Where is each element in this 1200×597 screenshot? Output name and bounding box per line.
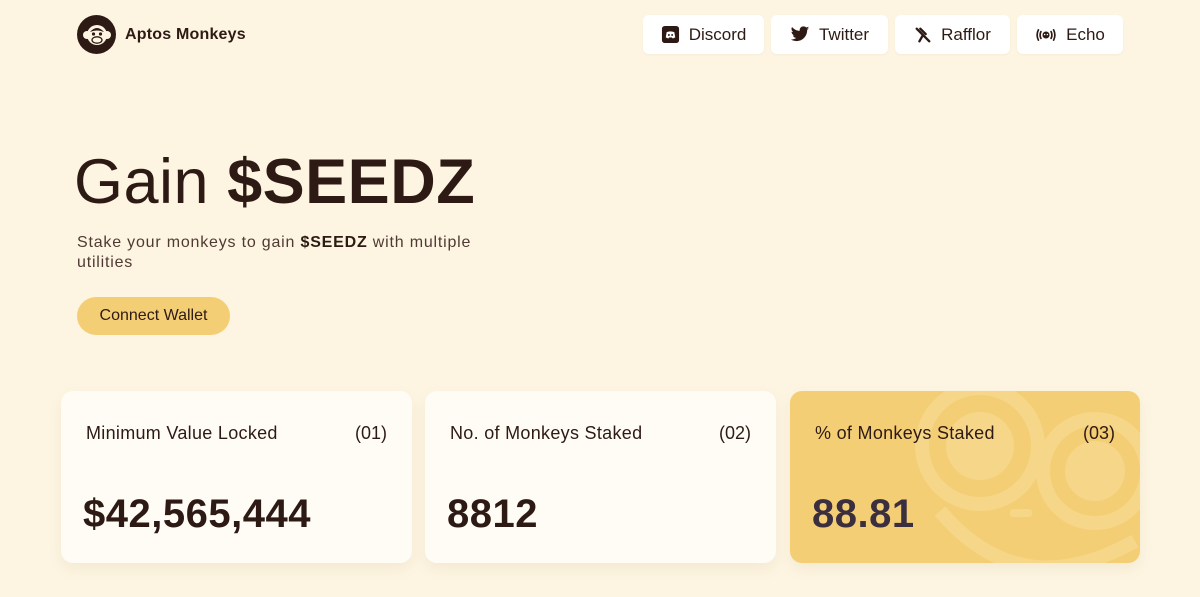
stat-card-percent-staked: % of Monkeys Staked (03) 88.81 [790,391,1140,563]
stat-value: 88.81 [812,492,915,536]
discord-label: Discord [688,24,747,44]
stat-card-monkeys-staked: No. of Monkeys Staked (02) 8812 [425,391,776,563]
echo-label: Echo [1066,24,1105,44]
stat-value: $42,565,444 [83,492,311,536]
monkey-logo-icon [77,15,116,54]
twitter-label: Twitter [818,24,870,44]
discord-button[interactable]: Discord [643,15,764,54]
rafflor-icon [914,26,932,44]
subtitle-token: $SEEDZ [300,234,368,251]
brand-link[interactable]: Aptos Monkeys [77,15,246,54]
stat-index: (01) [354,423,387,443]
brand-name: Aptos Monkeys [125,25,246,43]
stat-label: Minimum Value Locked [86,423,278,443]
stat-index: (03) [1082,423,1115,443]
page-subtitle: Stake your monkeys to gain $SEEDZ with m… [77,233,487,273]
echo-button[interactable]: Echo [1017,15,1123,54]
echo-icon [1035,27,1057,43]
staking-page: Aptos Monkeys Discord Twitter Rafflor Ec… [0,0,1200,597]
stat-label: % of Monkeys Staked [815,423,995,443]
stat-card-value-locked: Minimum Value Locked (01) $42,565,444 [61,391,412,563]
title-token: $SEEDZ [227,147,476,217]
twitter-icon [790,26,810,43]
subtitle-before: Stake your monkeys to gain [77,234,296,251]
rafflor-button[interactable]: Rafflor [895,15,1010,54]
stat-label: No. of Monkeys Staked [450,423,643,443]
twitter-button[interactable]: Twitter [771,15,888,54]
page-title: Gain $SEEDZ [74,146,475,218]
connect-wallet-button[interactable]: Connect Wallet [77,297,230,335]
monkey-watermark-icon [915,391,1140,563]
title-prefix: Gain [74,147,210,217]
discord-icon [661,25,680,44]
rafflor-label: Rafflor [941,24,991,44]
social-nav: Discord Twitter Rafflor Echo [643,15,1123,54]
stat-index: (02) [718,423,751,443]
stat-value: 8812 [447,492,538,536]
